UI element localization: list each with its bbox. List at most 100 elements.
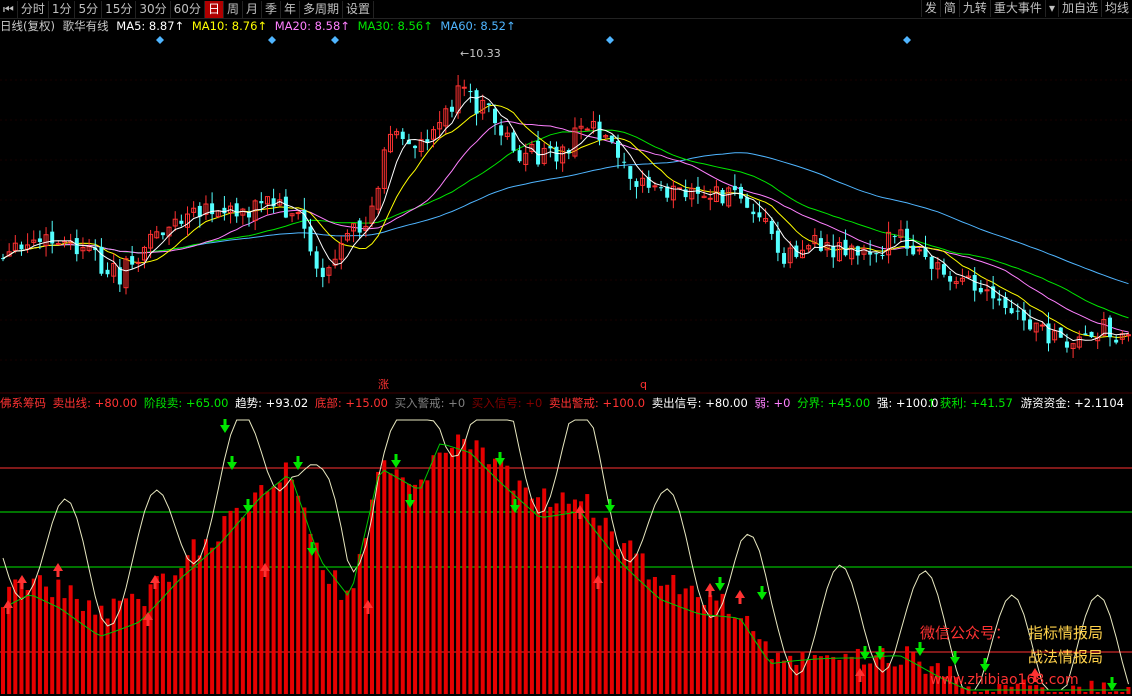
chip-bar (357, 554, 362, 694)
chip-bar (99, 605, 104, 694)
chip-bar (1095, 692, 1100, 694)
candle-body (210, 203, 215, 215)
candle-body (1125, 334, 1131, 337)
chip-bar (554, 503, 559, 694)
candle-body (874, 253, 879, 255)
diamond-marker (903, 36, 911, 44)
candle-body (517, 150, 522, 162)
chip-bar (640, 553, 645, 694)
chip-bar (111, 598, 116, 694)
chip-bar (228, 510, 233, 694)
chip-bar (677, 594, 682, 694)
sell-arrow-stem (608, 499, 612, 505)
candle-body (972, 274, 977, 291)
chip-bar (1064, 692, 1069, 694)
candle-body (948, 276, 953, 282)
candle-body (1028, 319, 1033, 330)
chip-bar (837, 659, 842, 694)
candle-body (160, 232, 165, 236)
watermark-brand1: 指标情报局 (1028, 624, 1104, 642)
buy-arrow (735, 590, 745, 598)
chip-bar (1089, 680, 1094, 694)
chip-bar (892, 666, 897, 694)
chip-bar (825, 655, 830, 694)
candle-body (302, 209, 307, 229)
candle-body (295, 212, 301, 215)
kline-chart[interactable]: 涨 q ←10.33 (0, 0, 1132, 696)
chip-bar (68, 585, 73, 694)
candle-body (843, 239, 848, 256)
candle-body (1083, 333, 1088, 335)
candle-body (622, 161, 627, 163)
chip-bar (1, 607, 5, 694)
candle-body (880, 254, 885, 256)
chip-bar (271, 486, 276, 694)
chip-bar (708, 595, 713, 694)
chip-bar (831, 656, 836, 694)
candle-body (468, 90, 473, 93)
chip-bars (1, 434, 1131, 694)
chip-bar (197, 555, 202, 694)
chip-bar (179, 568, 184, 694)
buy-warn-label: 买入警戒: +0 (394, 396, 466, 410)
chip-bar (283, 462, 288, 694)
chip-bar (1046, 692, 1051, 694)
candle-body (314, 251, 319, 269)
chip-bar (19, 579, 24, 694)
chip-bar (93, 614, 98, 694)
sell-arrow-stem (223, 419, 227, 425)
candle-body (751, 211, 756, 215)
watermark-brand2: 战法情报局 (1028, 648, 1104, 666)
buy-arrow-stem (263, 571, 267, 577)
chip-bar (659, 585, 664, 694)
chip-bar (431, 455, 436, 694)
chip-bar (443, 452, 448, 694)
trend-label: 趋势: +93.02 (235, 396, 309, 410)
chip-bar (769, 659, 774, 694)
chip-bar (468, 449, 473, 694)
weak-label: 弱: +0 (754, 396, 791, 410)
chip-bar (739, 618, 743, 694)
sell-arrow-stem (230, 456, 234, 462)
chip-bar (160, 573, 165, 694)
sell-arrow-stem (310, 542, 314, 548)
chip-bar (370, 499, 374, 694)
chip-bar (566, 503, 571, 694)
chip-bar (517, 480, 522, 694)
chip-bar (406, 483, 411, 694)
candle-body (449, 106, 454, 112)
chip-bar (978, 692, 983, 694)
sell-arrow-stem (953, 651, 957, 657)
candle-body (461, 86, 467, 89)
candle-body (732, 185, 737, 191)
sell-arrow (227, 462, 237, 470)
candle-body (775, 230, 780, 253)
candle-body (511, 132, 516, 151)
buy-arrow-stem (858, 676, 862, 682)
candle-body (105, 269, 110, 275)
buy-arrow (705, 583, 715, 591)
indicator-name[interactable]: 佛系筹码 (0, 396, 46, 410)
chip-bar (25, 590, 30, 694)
sell-arrow-stem (760, 586, 764, 592)
chip-bar (511, 490, 516, 694)
chip-bar (1040, 687, 1045, 694)
candle-body (247, 212, 251, 218)
chip-bar (1052, 692, 1057, 694)
candle-body (597, 121, 602, 141)
chip-bar (314, 542, 319, 694)
chip-bar (671, 574, 676, 694)
candle-body (892, 236, 897, 238)
chip-bar (985, 689, 989, 694)
buy-arrow-stem (708, 591, 712, 597)
candle-body (357, 220, 362, 233)
chip-bar (849, 656, 854, 694)
chip-bar (462, 438, 467, 694)
diamond-marker (268, 36, 276, 44)
chip-bar (1108, 692, 1112, 694)
candle-body (757, 212, 762, 218)
candle-body (1089, 331, 1094, 338)
sell-arrow (220, 425, 230, 433)
divide-label: 分界: +45.00 (797, 396, 871, 410)
buy-arrow (17, 575, 27, 583)
